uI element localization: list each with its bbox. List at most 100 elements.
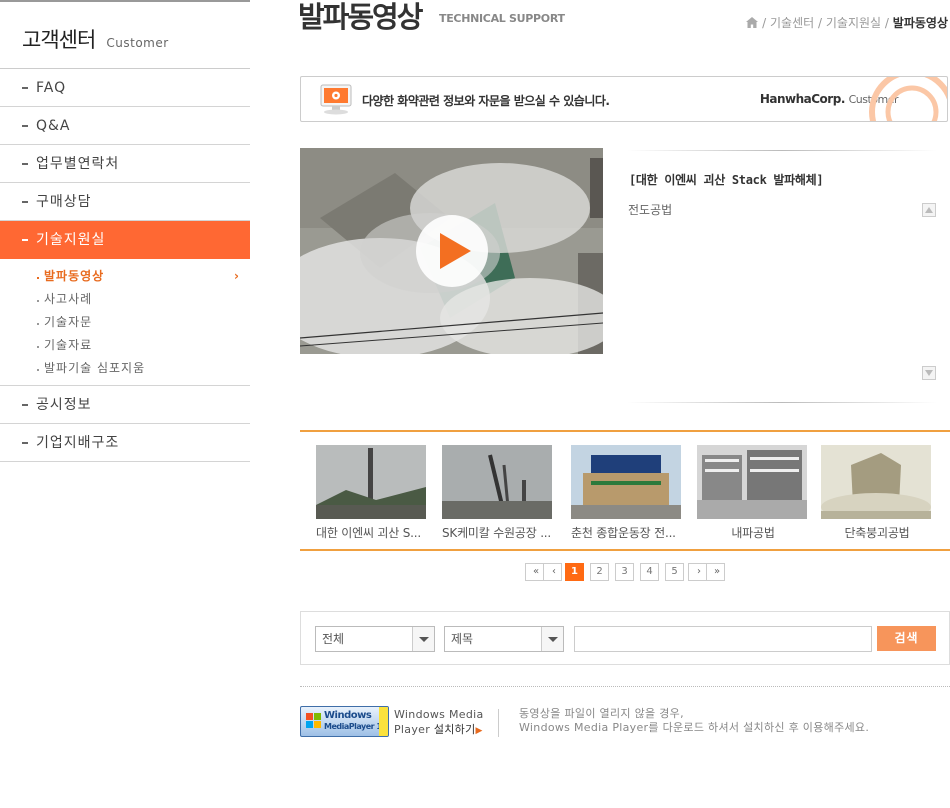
video-title: [대한 이엔씨 괴산 Stack 발파해체] [629, 173, 824, 187]
thumbnail-item[interactable]: 대한 이엔씨 괴산 S... [316, 445, 428, 541]
category-select[interactable]: 전체 [315, 626, 435, 652]
page-button-4[interactable]: 4 [640, 563, 659, 581]
field-select-value: 제목 [451, 632, 474, 646]
breadcrumb: / 기술센터 / 기술지원실 / 발파동영상 [746, 14, 948, 31]
wmp-text-line1: Windows Media [394, 708, 484, 721]
sidebar-title: 고객센터 Customer [0, 2, 250, 69]
chevron-right-icon: › [234, 269, 240, 283]
sidebar-item-tech-support[interactable]: 기술지원실 [0, 221, 250, 259]
sidebar-item-qna[interactable]: Q&A [0, 107, 250, 145]
breadcrumb-item[interactable]: 기술센터 [770, 16, 814, 30]
next-page-button[interactable]: › [688, 563, 707, 581]
wmp-install-link[interactable]: 설치하기 [434, 723, 476, 736]
breadcrumb-separator: / [884, 16, 889, 30]
thumbnail-item[interactable]: SK케미칼 수원공장 ... [442, 445, 554, 541]
vertical-divider [498, 709, 499, 737]
home-icon[interactable] [746, 17, 759, 28]
thumbnail-item[interactable]: 내파공법 [697, 445, 809, 541]
sidebar-item-purchase[interactable]: 구매상담 [0, 183, 250, 221]
windows-flag-icon [306, 713, 321, 728]
sidebar-item-contacts[interactable]: 업무별연락처 [0, 145, 250, 183]
breadcrumb-current: 발파동영상 [892, 16, 948, 30]
field-select[interactable]: 제목 [444, 626, 564, 652]
submenu-item-blast-videos[interactable]: 발파동영상 › [0, 265, 250, 288]
search-button[interactable]: 검색 [877, 626, 936, 651]
first-page-button[interactable]: « [525, 563, 544, 581]
sidebar-title-korean: 고객센터 [22, 28, 96, 52]
free-tag [379, 707, 388, 736]
search-input[interactable] [574, 626, 872, 652]
page-button-2[interactable]: 2 [590, 563, 609, 581]
category-select-value: 전체 [322, 632, 345, 646]
notice-text: 동영상을 파일이 열리지 않을 경우, Windows Media Player… [519, 707, 869, 735]
bullet-icon [22, 201, 28, 203]
video-info-panel: [대한 이엔씨 괴산 Stack 발파해체] 전도공법 [627, 150, 937, 410]
bullet-icon [22, 239, 28, 241]
wmp-logo-line2: MediaPlayer 10 [324, 722, 387, 731]
dot-icon [37, 323, 39, 325]
submenu-item-symposium[interactable]: 발파기술 심포지움 [0, 357, 250, 380]
breadcrumb-item[interactable]: 기술지원실 [826, 16, 881, 30]
video-player[interactable] [300, 148, 603, 354]
divider [300, 686, 950, 687]
thumbnail-image[interactable] [571, 445, 681, 519]
sidebar-item-faq[interactable]: FAQ [0, 69, 250, 107]
dot-icon [37, 369, 39, 371]
thumbnail-caption: 단축붕괴공법 [844, 526, 910, 540]
chevron-down-icon [412, 627, 434, 651]
submenu-item-tech-data[interactable]: 기술자료 [0, 334, 250, 357]
chevron-down-icon [541, 627, 563, 651]
page-button-5[interactable]: 5 [665, 563, 684, 581]
dot-icon [37, 346, 39, 348]
thumbnail-caption: 대한 이엔씨 괴산 S... [316, 526, 421, 540]
thumbnail-item[interactable]: 단축붕괴공법 [821, 445, 933, 541]
wmp-logo-line1: Windows [324, 710, 372, 721]
wmp-text-prefix: Player [394, 723, 434, 736]
thumbnail-image[interactable] [821, 445, 931, 519]
thumbnail-image[interactable] [442, 445, 552, 519]
prev-page-button[interactable]: ‹ [543, 563, 562, 581]
wmp-install-text: Windows Media Player 설치하기▶ [394, 707, 484, 739]
sidebar-item-disclosure[interactable]: 공시정보 [0, 386, 250, 424]
bullet-icon [22, 163, 28, 165]
bullet-icon [22, 125, 28, 127]
sidebar-item-label: 공시정보 [36, 397, 92, 413]
sidebar-item-label: Q&A [36, 118, 71, 134]
info-banner: 다양한 화약관련 정보와 자문을 받으실 수 있습니다. HanwhaCorp.… [300, 76, 948, 122]
breadcrumb-separator: / [762, 16, 767, 30]
divider [627, 402, 937, 403]
windows-media-player-logo[interactable]: Windows MediaPlayer 10 [300, 706, 389, 737]
submenu-item-label: 기술자문 [44, 315, 93, 329]
submenu-item-accident-cases[interactable]: 사고사례 [0, 288, 250, 311]
arrow-right-icon: ▶ [475, 726, 483, 736]
thumbnail-item[interactable]: 춘천 종합운동장 전... [571, 445, 683, 541]
brand-swirl-icon [869, 77, 947, 121]
notice-line2: Windows Media Player를 다운로드 하셔서 설치하신 후 이용… [519, 721, 870, 734]
breadcrumb-separator: / [818, 16, 823, 30]
thumbnail-image[interactable] [697, 445, 807, 519]
sidebar-item-label: 기술지원실 [36, 232, 106, 248]
dot-icon [37, 277, 39, 279]
thumbnail-caption: SK케미칼 수원공장 ... [442, 526, 552, 540]
scroll-up-button[interactable] [922, 203, 936, 217]
submenu-item-tech-consult[interactable]: 기술자문 [0, 311, 250, 334]
submenu-item-label: 기술자료 [44, 338, 93, 352]
video-frame [300, 148, 603, 354]
submenu-item-label: 사고사례 [44, 292, 93, 306]
notice-line1: 동영상을 파일이 열리지 않을 경우, [519, 707, 684, 720]
sidebar: 고객센터 Customer FAQ Q&A 업무별연락처 구매상담 기술지원실 … [0, 0, 250, 462]
last-page-button[interactable]: » [706, 563, 725, 581]
page-button-3[interactable]: 3 [615, 563, 634, 581]
thumbnail-caption: 춘천 종합운동장 전... [571, 526, 676, 540]
scroll-down-button[interactable] [922, 366, 936, 380]
dot-icon [37, 300, 39, 302]
submenu: 발파동영상 › 사고사례 기술자문 기술자료 발파기술 심포지움 [0, 259, 250, 386]
triangle-down-icon [925, 370, 933, 376]
sidebar-item-governance[interactable]: 기업지배구조 [0, 424, 250, 462]
bullet-icon [22, 404, 28, 406]
thumbnail-image[interactable] [316, 445, 426, 519]
page-subtitle: TECHNICAL SUPPORT [439, 12, 565, 25]
page-title: 발파동영상 [298, 0, 423, 34]
page-button-1[interactable]: 1 [565, 563, 584, 581]
video-description: 전도공법 [628, 203, 673, 217]
